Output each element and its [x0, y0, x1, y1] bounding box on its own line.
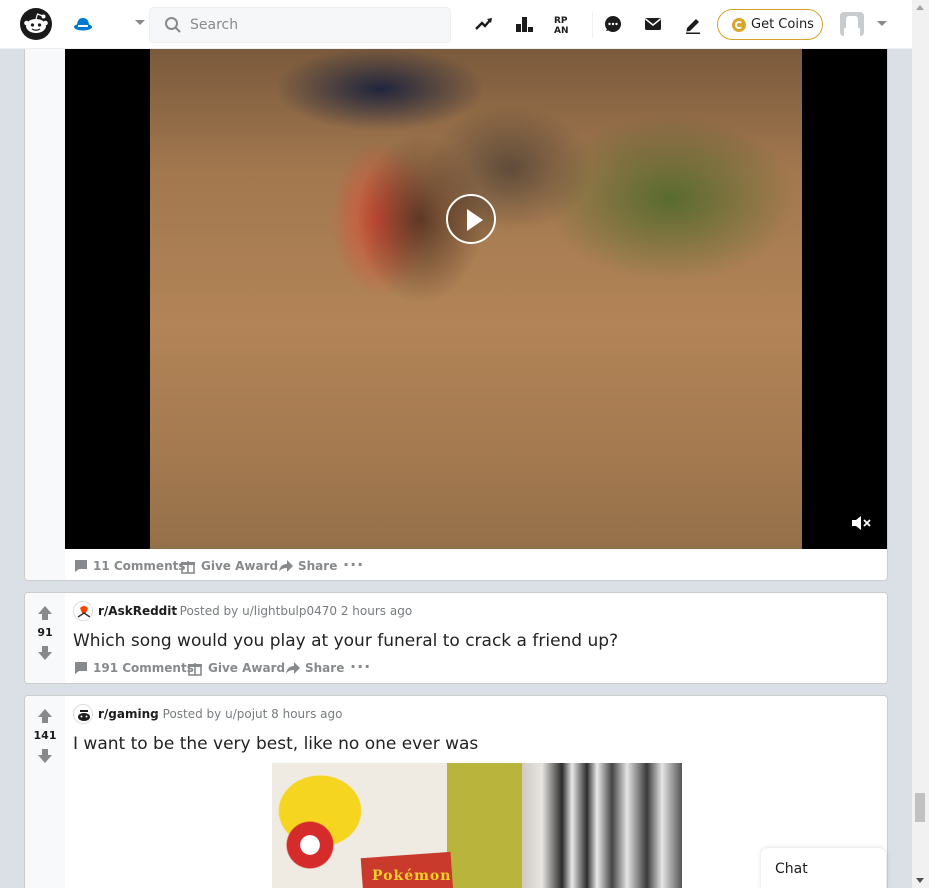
top-header: RP AN Get Coins [0, 0, 912, 49]
comments-button[interactable]: 11 Comments [73, 555, 186, 577]
vote-column: 141 [25, 696, 65, 888]
mute-icon[interactable] [851, 515, 871, 531]
share-icon [286, 662, 300, 674]
trending-icon[interactable] [473, 13, 495, 35]
gift-icon [181, 561, 195, 574]
avatar [840, 12, 864, 36]
post-card-askreddit[interactable]: 91 r/AskReddit · Posted by u/lightbulp04… [24, 592, 888, 684]
more-icon: ··· [350, 657, 372, 676]
search-icon [165, 17, 181, 33]
user-menu-dropdown[interactable] [838, 10, 894, 40]
post-card-video[interactable]: 11 Comments Give Award Share ··· [24, 30, 888, 581]
chevron-down-icon [877, 21, 887, 26]
mail-icon[interactable] [642, 13, 664, 35]
give-award-label: Give Award [208, 661, 286, 675]
upvote-icon[interactable] [37, 708, 53, 724]
leaderboard-icon[interactable] [513, 13, 535, 35]
svg-text:AN: AN [554, 26, 569, 35]
scroll-up-arrow-icon[interactable] [916, 5, 924, 10]
comment-icon [75, 662, 87, 674]
rpan-icon[interactable]: RP AN [553, 13, 575, 35]
upvote-icon[interactable] [37, 605, 53, 621]
feed-dropdown[interactable] [68, 10, 150, 40]
vote-count: 91 [37, 626, 53, 639]
more-options-button[interactable]: ··· [350, 657, 370, 679]
share-button[interactable]: Share [278, 555, 338, 577]
search-box[interactable] [149, 7, 451, 43]
post-card-gaming[interactable]: 141 r/gaming · Posted by u/pojut 8 hours… [24, 695, 888, 888]
give-award-button[interactable]: Give Award [187, 657, 285, 679]
posted-by: · Posted by u/lightbulp0470 2 hours ago [172, 604, 413, 618]
comments-label: 191 Comments [93, 661, 194, 675]
posted-by: · Posted by u/pojut 8 hours ago [155, 707, 343, 721]
post-title[interactable]: I want to be the very best, like no one … [73, 734, 478, 754]
chat-window-tab[interactable]: Chat [760, 847, 887, 888]
chat-label: Chat [775, 861, 808, 877]
subreddit-link[interactable]: r/gaming [98, 707, 159, 721]
reddit-logo-icon[interactable] [20, 8, 52, 40]
post-image[interactable]: Pokémon [272, 763, 682, 888]
more-options-button[interactable]: ··· [343, 555, 363, 577]
give-award-label: Give Award [201, 559, 279, 573]
svg-text:RP: RP [554, 16, 568, 26]
downvote-icon[interactable] [37, 645, 53, 661]
vote-column: 91 [25, 593, 65, 683]
comments-button[interactable]: 191 Comments [73, 657, 194, 679]
comments-label: 11 Comments [93, 559, 186, 573]
subreddit-icon[interactable] [73, 704, 93, 724]
vote-count: 141 [33, 729, 57, 742]
chevron-down-icon [135, 20, 145, 25]
scroll-thumb[interactable] [915, 793, 925, 822]
subreddit-icon[interactable] [73, 601, 93, 621]
coin-icon [732, 18, 746, 32]
more-icon: ··· [343, 555, 365, 574]
comment-icon [75, 560, 87, 572]
scroll-down-arrow-icon[interactable] [916, 878, 924, 883]
pencil-icon[interactable] [682, 13, 704, 35]
share-icon [279, 560, 293, 572]
play-button[interactable] [446, 194, 496, 244]
post-title[interactable]: Which song would you play at your funera… [73, 631, 618, 651]
pokemon-logo-text: Pokémon [372, 868, 452, 884]
give-award-button[interactable]: Give Award [180, 555, 278, 577]
vote-column [25, 31, 65, 580]
get-coins-button[interactable]: Get Coins [717, 9, 823, 40]
downvote-icon[interactable] [37, 748, 53, 764]
home-icon [74, 18, 92, 31]
share-label: Share [305, 661, 345, 675]
get-coins-label: Get Coins [751, 17, 814, 32]
search-input[interactable] [190, 8, 440, 42]
video-frame [150, 49, 802, 549]
header-divider [592, 12, 593, 38]
chat-icon[interactable] [602, 13, 624, 35]
subreddit-link[interactable]: r/AskReddit [98, 604, 177, 618]
gift-icon [188, 663, 202, 676]
video-player[interactable] [65, 49, 887, 549]
share-label: Share [298, 559, 338, 573]
page-scrollbar[interactable] [912, 0, 929, 888]
share-button[interactable]: Share [285, 657, 345, 679]
